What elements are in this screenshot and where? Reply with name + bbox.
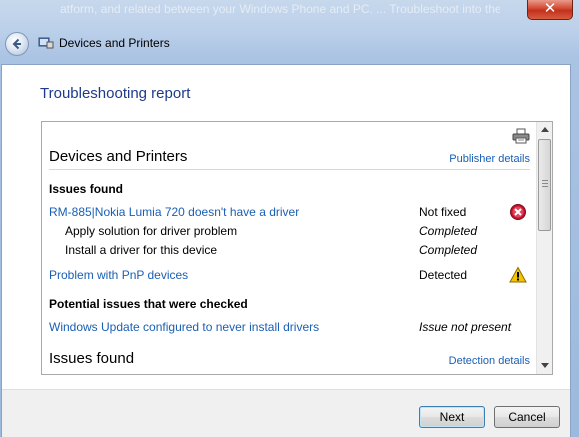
issue-link[interactable]: RM-885|Nokia Lumia 720 doesn't have a dr… — [49, 205, 299, 219]
issue-status: Detected — [419, 268, 468, 282]
print-icon[interactable] — [512, 128, 530, 144]
chevron-up-icon — [541, 127, 549, 132]
error-icon — [510, 204, 526, 220]
publisher-details-link[interactable]: Publisher details — [449, 153, 530, 165]
issue-subrow: Apply solution for driver problem Comple… — [42, 224, 536, 242]
vertical-scrollbar[interactable] — [536, 122, 552, 374]
potential-issues-heading: Potential issues that were checked — [49, 297, 248, 311]
issue-row: RM-885|Nokia Lumia 720 doesn't have a dr… — [42, 204, 536, 223]
grip-line — [542, 186, 548, 187]
scroll-thumb[interactable] — [538, 139, 551, 231]
button-bar: Next Cancel — [2, 389, 570, 437]
title-bar: atform, and related between your Windows… — [0, 0, 579, 62]
window-title: Devices and Printers — [59, 36, 170, 50]
potential-issue-status: Issue not present — [419, 320, 512, 334]
issue-link[interactable]: Problem with PnP devices — [49, 268, 188, 282]
section-title-devices: Devices and Printers — [49, 148, 188, 165]
report-content: Devices and Printers Publisher details I… — [42, 122, 536, 374]
solution-name: Install a driver for this device — [65, 243, 218, 257]
issues-found-heading: Issues found — [49, 182, 124, 196]
detection-details-link[interactable]: Detection details — [449, 355, 530, 367]
scroll-down-button[interactable] — [538, 358, 552, 373]
close-icon: ✕ — [543, 0, 557, 17]
cancel-button[interactable]: Cancel — [494, 406, 560, 428]
issue-row: Problem with PnP devices Detected — [42, 266, 536, 286]
solution-status: Completed — [419, 243, 478, 257]
devices-printers-icon — [38, 37, 54, 49]
potential-issue-row: Windows Update configured to never insta… — [42, 320, 536, 338]
back-button[interactable] — [5, 32, 29, 56]
page-title: Troubleshooting report — [40, 85, 191, 102]
next-button[interactable]: Next — [419, 406, 485, 428]
back-arrow-icon — [12, 38, 21, 50]
grip-line — [542, 183, 548, 184]
warning-icon — [509, 266, 527, 283]
client-area: Troubleshooting report Devices and Print… — [1, 64, 571, 437]
chevron-down-icon — [541, 363, 549, 368]
solution-name: Apply solution for driver problem — [65, 224, 238, 238]
potential-issue-link[interactable]: Windows Update configured to never insta… — [49, 320, 319, 334]
issue-status: Not fixed — [419, 205, 467, 219]
section-title-issues: Issues found — [49, 350, 135, 367]
report-panel: Devices and Printers Publisher details I… — [41, 121, 553, 375]
issue-subrow: Install a driver for this device Complet… — [42, 243, 536, 261]
scroll-up-button[interactable] — [538, 122, 552, 137]
background-window-text: atform, and related between your Windows… — [60, 2, 500, 16]
solution-status: Completed — [419, 224, 478, 238]
close-button[interactable]: ✕ — [527, 0, 573, 20]
section-divider — [49, 169, 530, 170]
grip-line — [542, 180, 548, 181]
